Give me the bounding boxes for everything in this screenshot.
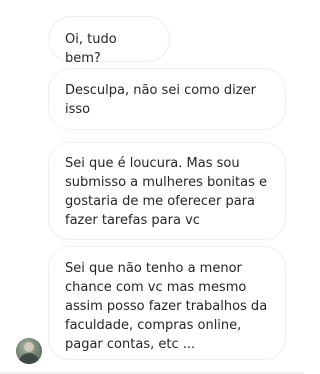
sender-avatar[interactable] <box>16 338 42 364</box>
message-bubble[interactable]: Desculpa, não sei como dizer isso <box>48 68 286 130</box>
message-bubble[interactable]: Sei que não tenho a menor chance com vc … <box>48 246 286 360</box>
avatar-body-shape <box>19 353 39 364</box>
message-text: Sei que é loucura. Mas sou submisso a mu… <box>65 156 268 228</box>
message-bubble[interactable]: Oi, tudo bem? <box>48 16 170 66</box>
message-text: Sei que não tenho a menor chance com vc … <box>65 261 268 352</box>
message-text: Oi, tudo bem? <box>65 32 117 66</box>
avatar-head-shape <box>24 342 34 352</box>
message-text: Desculpa, não sei como dizer isso <box>65 83 256 117</box>
message-bubble[interactable]: Sei que é loucura. Mas sou submisso a mu… <box>48 142 286 240</box>
